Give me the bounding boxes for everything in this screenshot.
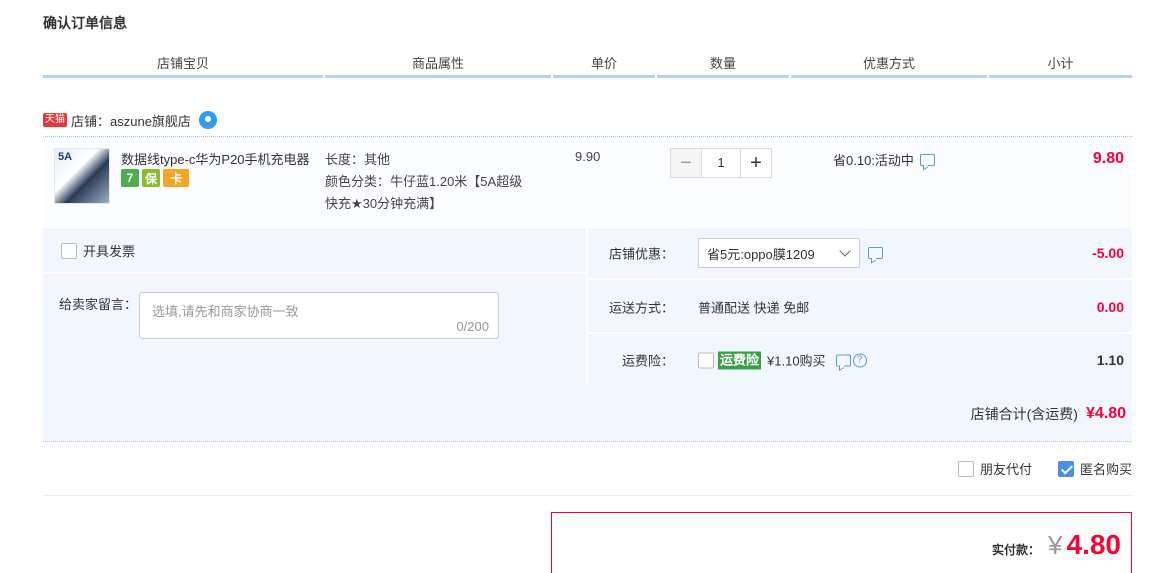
insurance-amount: 1.10 [1096, 352, 1124, 368]
anonymous-label: 匿名购买 [1079, 462, 1132, 477]
anonymous-checkbox[interactable] [1057, 460, 1074, 477]
message-section: 给卖家留言： 选填,请先和商家协商一致 0/200 [43, 276, 586, 384]
help-icon[interactable]: ? [852, 353, 867, 367]
service-icons: 7 保 卡 [121, 169, 189, 187]
col-subtotal: 小计 [989, 50, 1132, 78]
message-placeholder: 选填,请先和商家协商一致 [152, 304, 299, 319]
shop-discount-value: 省5元:oppo膜1209 [707, 246, 815, 262]
invoice-checkbox[interactable] [61, 242, 77, 259]
qty-input[interactable]: 1 [702, 148, 740, 178]
message-textarea[interactable]: 选填,请先和商家协商一致 0/200 [139, 292, 499, 339]
chevron-down-icon [839, 245, 851, 257]
qty-plus-button[interactable]: + [740, 148, 772, 178]
shipping-content: 普通配送 快递 免邮 [698, 298, 809, 317]
insurance-content: 运费险 ¥1.10购买 ? [698, 351, 867, 370]
col-unit-price: 单价 [553, 50, 655, 78]
anonymous-option[interactable]: 匿名购买 [1057, 459, 1132, 478]
friend-pay-option[interactable]: 朋友代付 [957, 459, 1032, 478]
item-subtotal: 9.80 [1092, 150, 1124, 167]
invoice-toggle[interactable]: 开具发票 [61, 241, 135, 260]
insurance-badge: 运费险 [718, 351, 762, 369]
insurance-price: ¥1.10购买 [767, 353, 826, 369]
product-properties: 长度：其他 颜色分类：牛仔蓝1.20米【5A超级快充★30分钟充满】 [325, 149, 525, 215]
prop-length: 长度：其他 [325, 152, 391, 167]
promo-info: 省0.10:活动中 [833, 150, 935, 169]
shipping-value: 普通配送 快递 免邮 [698, 300, 810, 316]
shop-name[interactable]: 店铺：aszune旗舰店 [71, 111, 191, 130]
col-properties: 商品属性 [325, 50, 551, 78]
order-extras-panel: 开具发票 给卖家留言： 选填,请先和商家协商一致 0/200 店铺优惠： 省5元… [43, 228, 1132, 442]
chat-icon[interactable] [835, 354, 851, 366]
tmall-badge: 天猫 [43, 113, 67, 127]
shop-discount-select[interactable]: 省5元:oppo膜1209 [698, 238, 860, 268]
unit-price: 9.90 [575, 149, 601, 164]
payment-label: 实付款： [992, 543, 1041, 557]
qty-minus-button[interactable]: − [670, 148, 702, 178]
shipping-row: 运送方式： 普通配送 快递 免邮 0.00 [588, 282, 1132, 334]
shop-total-amount: ¥4.80 [1085, 405, 1126, 422]
payment-options: 朋友代付 匿名购买 [932, 459, 1132, 478]
insurance-row: 运费险： 运费险 ¥1.10购买 ? 1.10 [588, 336, 1132, 384]
payment-summary: 实付款： ¥ 4.80 [551, 512, 1132, 573]
shop-row: 天猫 店铺：aszune旗舰店 [43, 109, 217, 131]
friend-pay-label: 朋友代付 [979, 462, 1032, 477]
yen-sign: ¥ [1048, 530, 1063, 560]
shop-total-label: 店铺合计(含运费) [970, 406, 1078, 422]
product-thumbnail[interactable]: 5A [54, 148, 110, 204]
shop-discount-row: 店铺优惠： 省5元:oppo膜1209 -5.00 [588, 228, 1132, 280]
column-header: 店铺宝贝 商品属性 单价 数量 优惠方式 小计 [43, 50, 1132, 78]
seven-day-return-icon[interactable]: 7 [121, 169, 139, 187]
insurance-label: 运费险： [621, 353, 674, 369]
payment-amount: 4.80 [1066, 529, 1122, 560]
col-shop-item: 店铺宝贝 [43, 50, 323, 78]
shop-discount-amount: -5.00 [1092, 245, 1124, 261]
shipping-amount: 0.00 [1096, 299, 1124, 315]
shipping-label: 运送方式： [608, 300, 674, 316]
divider [43, 495, 1132, 496]
col-quantity: 数量 [657, 50, 789, 78]
payment-amount-row: 实付款： ¥ 4.80 [992, 529, 1121, 561]
wangwang-icon[interactable] [198, 111, 217, 129]
promo-text: 省0.10:活动中 [833, 153, 914, 168]
chat-icon[interactable] [868, 247, 883, 259]
invoice-section: 开具发票 [43, 228, 586, 274]
shop-total: 店铺合计(含运费) ¥4.80 [971, 404, 1126, 424]
page-title: 确认订单信息 [43, 15, 127, 31]
prop-color: 颜色分类：牛仔蓝1.20米【5A超级快充★30分钟充满】 [325, 174, 523, 211]
credit-card-icon[interactable]: 卡 [163, 169, 189, 187]
friend-pay-checkbox[interactable] [957, 460, 974, 477]
quantity-stepper: − 1 + [670, 148, 772, 178]
col-discount: 优惠方式 [791, 50, 987, 78]
chat-icon[interactable] [919, 153, 935, 166]
shop-discount-content: 省5元:oppo膜1209 [698, 238, 883, 268]
shop-discount-label: 店铺优惠： [608, 246, 674, 262]
guarantee-icon[interactable]: 保 [142, 169, 160, 187]
message-label: 给卖家留言： [59, 297, 138, 312]
insurance-checkbox[interactable] [698, 352, 714, 368]
thumbnail-text: 5A [58, 151, 73, 163]
order-item-row: 5A 数据线type-c华为P20手机充电器 7 保 卡 长度：其他 颜色分类：… [43, 136, 1132, 224]
invoice-label: 开具发票 [83, 244, 136, 259]
message-char-count: 0/200 [456, 319, 489, 334]
product-title[interactable]: 数据线type-c华为P20手机充电器 [121, 149, 321, 168]
